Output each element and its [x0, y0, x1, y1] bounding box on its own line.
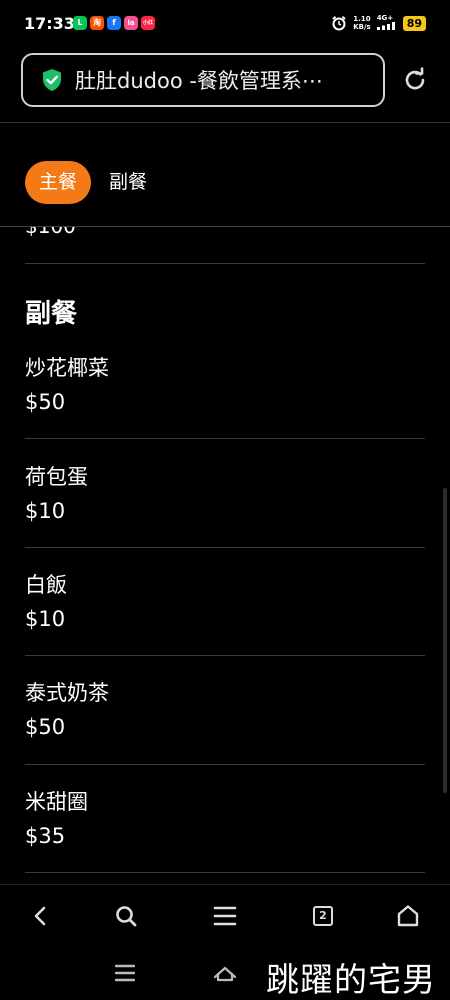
network-indicator: 4G+: [376, 14, 397, 32]
back-button[interactable]: [23, 898, 59, 934]
item-name: 荷包蛋: [25, 465, 88, 489]
alarm-icon: [332, 16, 346, 31]
battery-indicator: 89: [402, 15, 426, 31]
page-title: 肚肚dudoo -餐飲管理系⋯: [75, 69, 323, 93]
menu-item[interactable]: 米甜圈 $35: [25, 786, 88, 852]
line-icon: L: [73, 16, 87, 30]
search-button[interactable]: [108, 898, 144, 934]
item-name: 炒花椰菜: [25, 356, 109, 380]
net-speed-unit: KB/s: [353, 23, 371, 31]
item-price: $50: [25, 390, 66, 414]
shield-check-icon: [43, 69, 61, 91]
status-bar: 17:33 L 淘 f la 小红 1.10 KB/s 4G+ 89: [0, 0, 450, 46]
back-icon: [34, 906, 46, 926]
status-time: 17:33: [24, 14, 75, 33]
item-price: $10: [25, 499, 66, 523]
taobao-icon: 淘: [90, 16, 104, 30]
menu-item[interactable]: 白飯 $10: [25, 569, 67, 635]
menu-button[interactable]: [207, 898, 243, 934]
recents-button[interactable]: [110, 958, 140, 988]
search-icon: [116, 906, 137, 927]
signal-icon: [376, 22, 395, 30]
scrollbar-thumb[interactable]: [443, 488, 447, 793]
item-divider: [25, 655, 425, 656]
home-icon: [397, 905, 419, 927]
category-tabs: 主餐 副餐: [25, 161, 147, 204]
reload-icon[interactable]: [402, 67, 428, 93]
tabs-button[interactable]: 2: [305, 898, 341, 934]
item-divider: [25, 263, 425, 264]
net-speed-value: 1.10: [353, 15, 371, 23]
item-name: 白飯: [25, 573, 67, 597]
item-divider: [25, 547, 425, 548]
tabs-divider: [0, 226, 450, 227]
facebook-icon: f: [107, 16, 121, 30]
status-app-icons: L 淘 f la 小红: [73, 16, 155, 30]
item-divider: [25, 764, 425, 765]
header-divider: [0, 122, 450, 123]
item-price: $35: [25, 824, 66, 848]
item-divider: [25, 438, 425, 439]
tab-side-dish[interactable]: 副餐: [109, 161, 147, 204]
item-name: 泰式奶茶: [25, 681, 109, 705]
recents-icon: [115, 964, 135, 982]
address-bar[interactable]: 肚肚dudoo -餐飲管理系⋯: [21, 53, 385, 107]
item-name: 米甜圈: [25, 790, 88, 814]
toolbar-divider: [0, 884, 450, 885]
lalamove-icon: la: [124, 16, 138, 30]
net-speed: 1.10 KB/s: [353, 15, 370, 31]
watermark-text: 跳躍的宅男: [266, 960, 436, 999]
menu-icon: [213, 906, 237, 926]
menu-item[interactable]: 炒花椰菜 $50: [25, 352, 109, 418]
home-button[interactable]: [390, 898, 426, 934]
system-home-button[interactable]: [210, 958, 240, 988]
tab-count: 2: [313, 906, 333, 926]
menu-item[interactable]: 荷包蛋 $10: [25, 461, 88, 527]
section-title: 副餐: [25, 299, 78, 329]
tab-main-course[interactable]: 主餐: [25, 161, 92, 204]
item-divider: [25, 872, 425, 873]
network-type: 4G+: [376, 14, 394, 22]
shopee-icon: 小红: [141, 16, 155, 30]
menu-item[interactable]: 泰式奶茶 $50: [25, 677, 109, 743]
item-price: $50: [25, 715, 66, 739]
item-price: $10: [25, 607, 66, 631]
system-home-icon: [213, 966, 237, 982]
